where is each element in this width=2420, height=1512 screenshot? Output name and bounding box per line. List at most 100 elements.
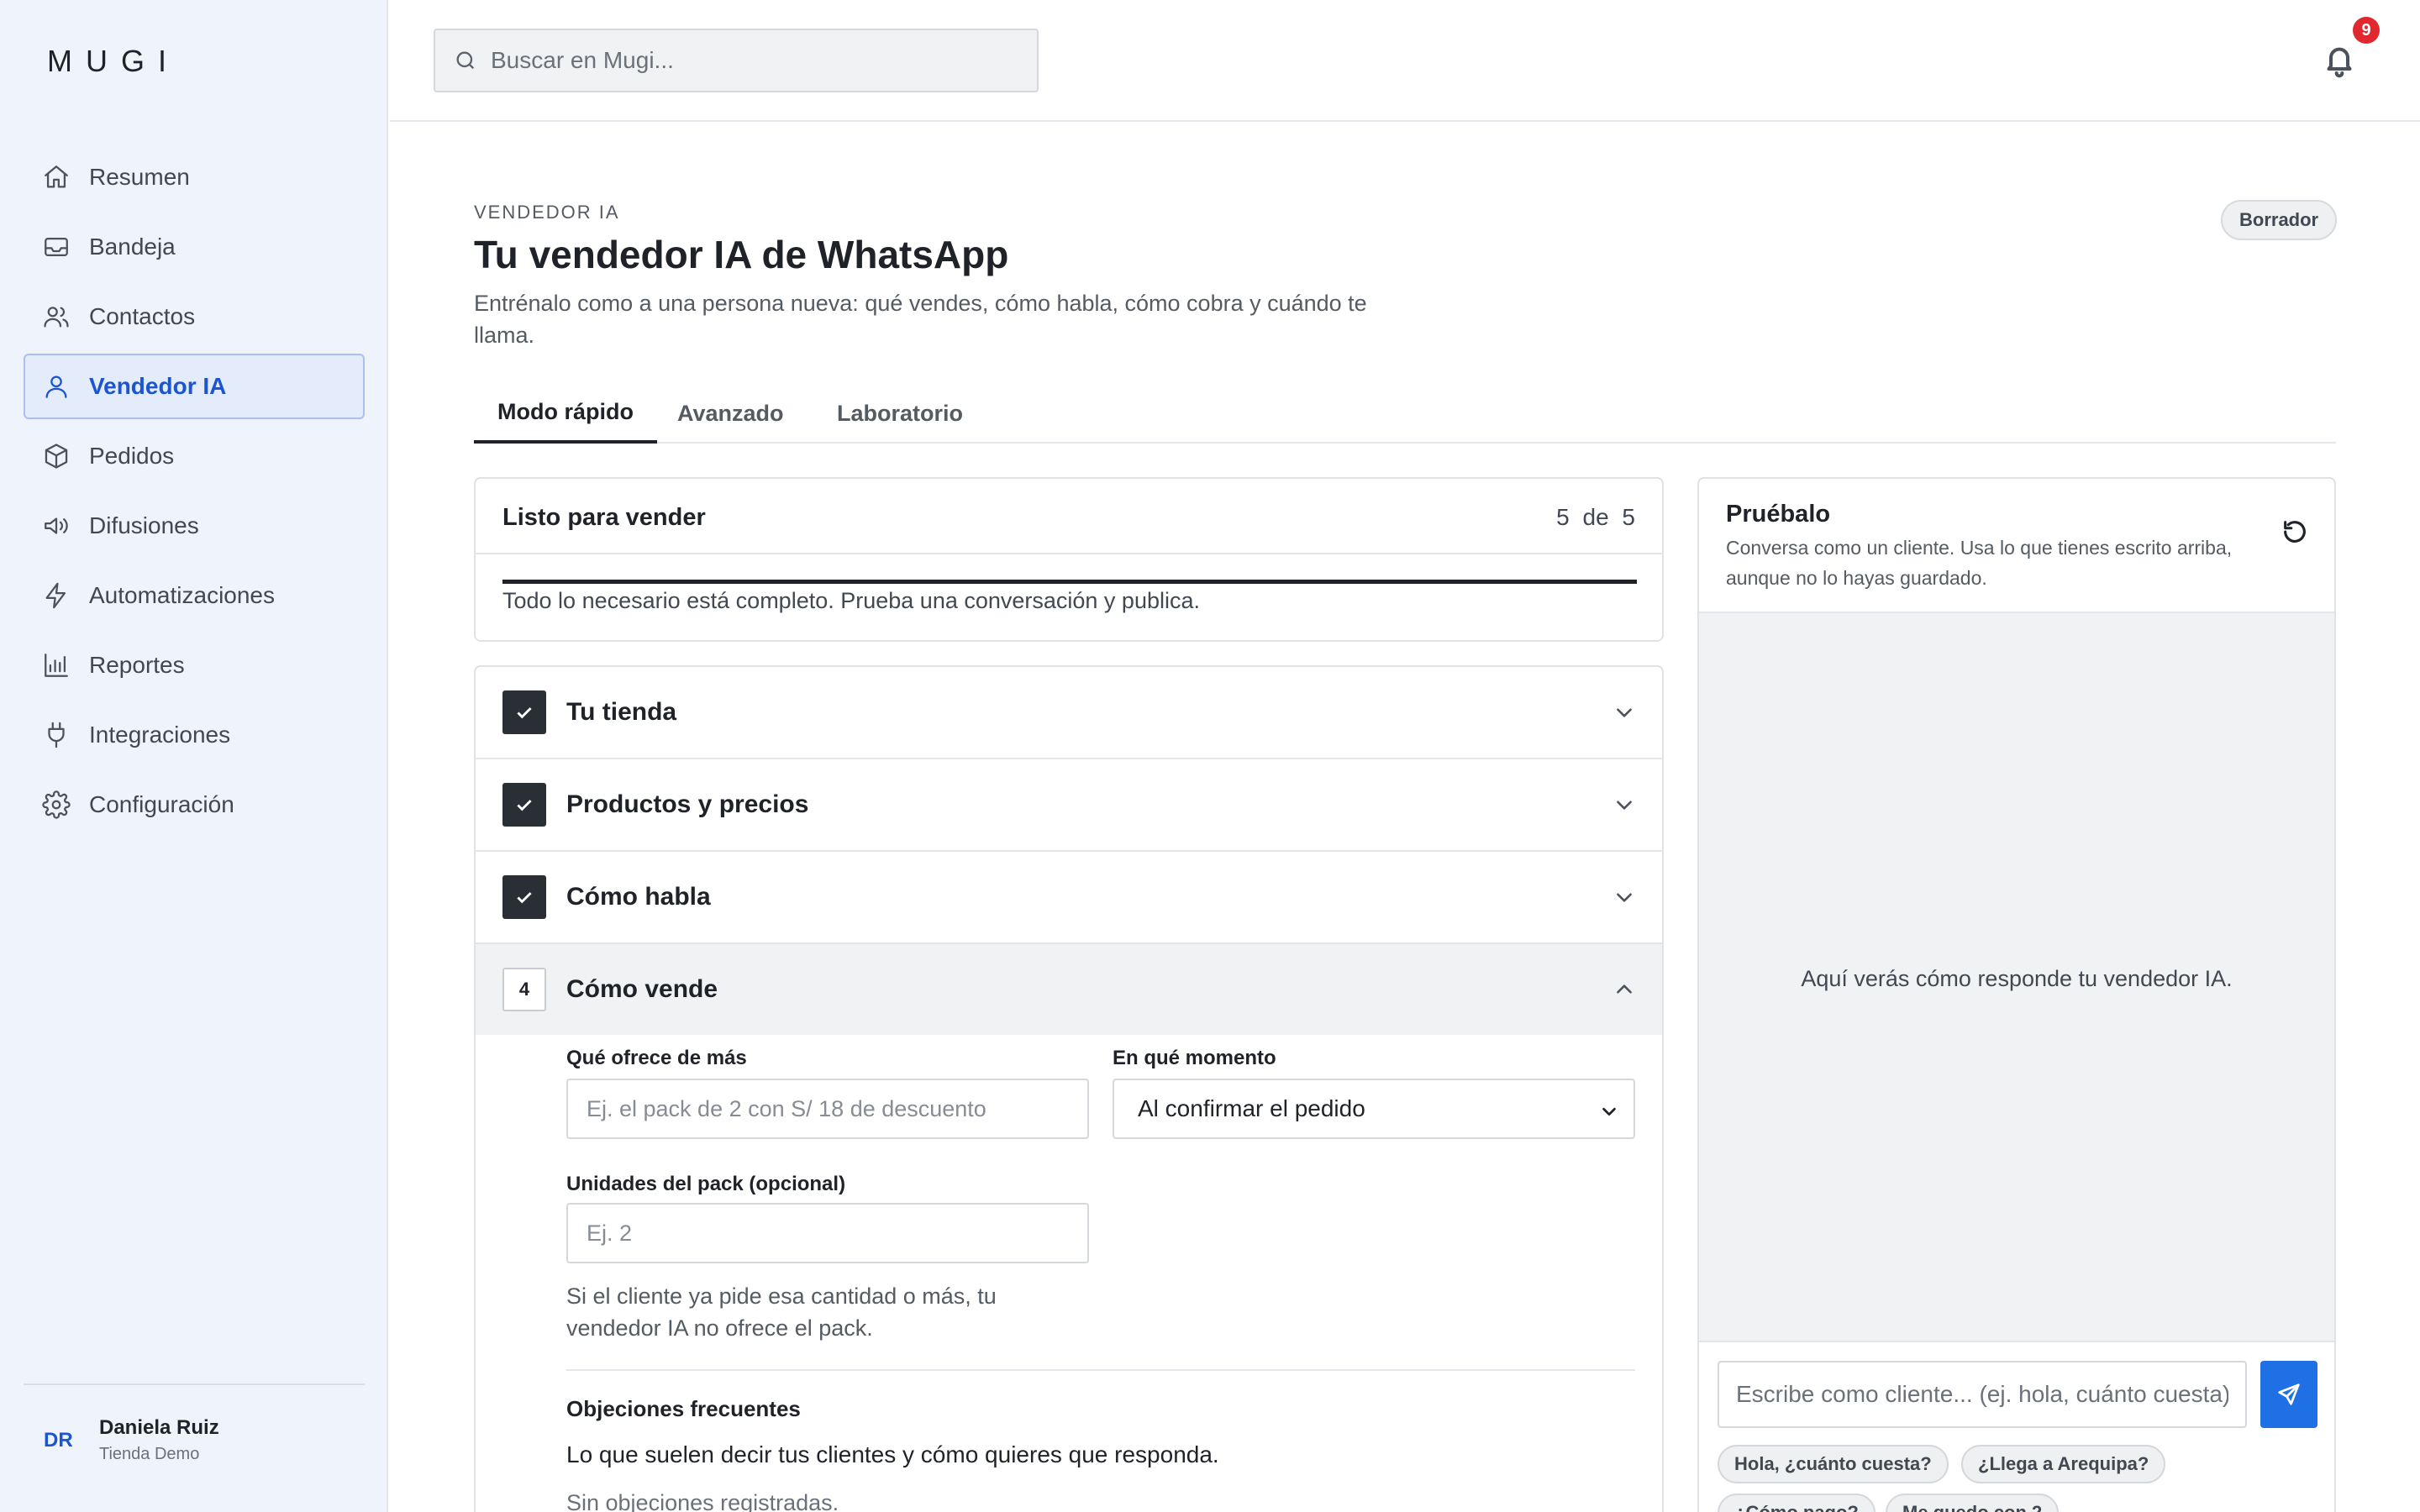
sidebar-item-pedidos[interactable]: Pedidos (24, 423, 365, 489)
page-subtitle: Entrénalo como a una persona nueva: qué … (474, 291, 1367, 348)
step-como-vende-body: Qué ofrece de más En qué momento Al conf… (476, 1035, 1662, 1512)
home-icon (45, 165, 68, 188)
avatar: DR (44, 1428, 73, 1452)
objections-title: Objeciones frecuentes (566, 1396, 801, 1421)
step-label: Cómo habla (566, 883, 711, 911)
check-icon (517, 892, 532, 904)
step-productos-y-precios[interactable]: Productos y precios (476, 759, 1662, 852)
megaphone-icon (45, 517, 68, 534)
sidebar-item-integraciones[interactable]: Integraciones (24, 702, 365, 768)
step-como-vende[interactable]: 4 Cómo vende (476, 944, 1662, 1035)
sidebar-item-bandeja[interactable]: Bandeja (24, 214, 365, 280)
progress-bar (502, 580, 1637, 584)
moment-select[interactable]: Al confirmar el pedido (1113, 1079, 1635, 1139)
send-icon (2278, 1383, 2300, 1405)
search-input[interactable] (491, 47, 1012, 74)
test-panel-header: Pruébalo Conversa como un cliente. Usa l… (1699, 479, 2334, 613)
sidebar-item-reportes[interactable]: Reportes (24, 633, 365, 698)
user-icon (45, 375, 67, 398)
offer-label: Qué ofrece de más (566, 1047, 747, 1069)
tab-laboratorio[interactable]: Laboratorio (813, 383, 986, 444)
sidebar-item-contactos[interactable]: Contactos (24, 284, 365, 349)
sidebar-item-resumen[interactable]: Resumen (24, 144, 365, 210)
reset-icon[interactable] (2281, 517, 2309, 546)
user-store: Tienda Demo (99, 1445, 200, 1463)
chevron-down-icon (1602, 1107, 1616, 1116)
topbar: 9 (390, 0, 2420, 122)
chat-empty-state: Aquí verás cómo responde tu vendedor IA. (1801, 966, 2233, 991)
units-label: Unidades del pack (opcional) (566, 1173, 846, 1195)
check-icon (517, 800, 532, 811)
sidebar-item-label: Reportes (89, 652, 185, 678)
step-done-checkbox (502, 875, 546, 919)
status-badge: Borrador (2221, 200, 2338, 240)
sidebar-item-label: Bandeja (89, 234, 176, 260)
page-title: Tu vendedor IA de WhatsApp (474, 233, 1009, 276)
box-icon (45, 444, 68, 469)
bar-chart-icon (45, 654, 68, 677)
sidebar-item-vendedor-ia[interactable]: Vendedor IA (24, 354, 365, 419)
step-number: 4 (502, 968, 546, 1011)
suggestion-chip[interactable]: Me quedo con 2 (1886, 1494, 2060, 1512)
offer-input[interactable] (566, 1079, 1089, 1139)
divider (24, 1383, 365, 1385)
user-profile[interactable]: DR Daniela Ruiz Tienda Demo (44, 1416, 219, 1464)
bell-icon (2327, 47, 2352, 78)
check-icon (517, 707, 532, 719)
test-panel-title: Pruébalo (1726, 501, 1831, 528)
chevron-down-icon (1617, 893, 1632, 902)
progress-bar-fill (502, 580, 1637, 584)
objections-empty: Sin objeciones registradas. (566, 1490, 839, 1512)
test-panel: Pruébalo Conversa como un cliente. Usa l… (1697, 477, 2336, 1512)
step-tu-tienda[interactable]: Tu tienda (476, 667, 1662, 759)
step-como-habla[interactable]: Cómo habla (476, 852, 1662, 944)
step-done-checkbox (502, 783, 546, 827)
divider (566, 1369, 1635, 1371)
readiness-count: 5 de 5 (1556, 504, 1635, 530)
step-label: Productos y precios (566, 790, 809, 818)
page-eyebrow: VENDEDOR IA (474, 202, 620, 223)
readiness-card: Listo para vender 5 de 5 Todo lo necesar… (474, 477, 1664, 642)
user-name: Daniela Ruiz (99, 1416, 219, 1439)
search-box[interactable] (434, 29, 1039, 92)
moment-select-value: Al confirmar el pedido (1138, 1095, 1365, 1121)
sidebar-item-label: Automatizaciones (89, 582, 276, 608)
units-input[interactable] (566, 1203, 1089, 1263)
units-help: Si el cliente ya pide esa cantidad o más… (566, 1284, 997, 1341)
setup-steps: Tu tienda Productos y precios Cómo habla… (474, 665, 1664, 1512)
notifications-button[interactable] (2323, 42, 2356, 79)
step-label: Tu tienda (566, 698, 677, 726)
moment-label: En qué momento (1113, 1047, 1276, 1069)
chevron-up-icon (1617, 984, 1632, 994)
sidebar-item-label: Pedidos (89, 443, 175, 469)
sidebar-item-difusiones[interactable]: Difusiones (24, 493, 365, 559)
objections-description: Lo que suelen decir tus clientes y cómo … (566, 1441, 1219, 1467)
chat-input[interactable] (1718, 1361, 2247, 1428)
suggestion-chip[interactable]: Hola, ¿cuánto cuesta? (1718, 1445, 1949, 1483)
step-label: Cómo vende (566, 975, 718, 1003)
sidebar-item-automatizaciones[interactable]: Automatizaciones (24, 563, 365, 628)
chevron-down-icon (1617, 801, 1632, 810)
send-button[interactable] (2260, 1361, 2317, 1428)
sidebar-item-label: Resumen (89, 164, 190, 190)
suggestion-chip[interactable]: ¿Llega a Arequipa? (1961, 1445, 2166, 1483)
sidebar-item-configuracion[interactable]: Configuración (24, 772, 365, 837)
sidebar-item-label: Integraciones (89, 722, 231, 748)
chat-area: Aquí verás cómo responde tu vendedor IA. (1699, 613, 2334, 1342)
bolt-icon (45, 582, 66, 609)
inbox-icon (45, 237, 68, 257)
suggestion-chip[interactable]: ¿Cómo pago? (1718, 1494, 1876, 1512)
sidebar-nav: Resumen Bandeja Contactos Vendedor IA Pe… (24, 144, 365, 842)
sidebar-item-label: Contactos (89, 303, 196, 329)
test-panel-description: Conversa como un cliente. Usa lo que tie… (1726, 537, 2233, 589)
tab-avanzado[interactable]: Avanzado (654, 383, 808, 444)
gear-icon (42, 790, 71, 819)
sidebar-item-label: Configuración (89, 791, 234, 817)
sidebar: MUGI Resumen Bandeja Contactos Vendedor … (0, 0, 388, 1512)
logo[interactable]: MUGI (47, 44, 180, 79)
sidebar-item-label: Vendedor IA (89, 373, 227, 399)
readiness-title: Listo para vender (502, 504, 706, 531)
step-done-checkbox (502, 690, 546, 734)
tab-modo-rapido[interactable]: Modo rápido (474, 383, 657, 444)
divider (476, 553, 1662, 554)
